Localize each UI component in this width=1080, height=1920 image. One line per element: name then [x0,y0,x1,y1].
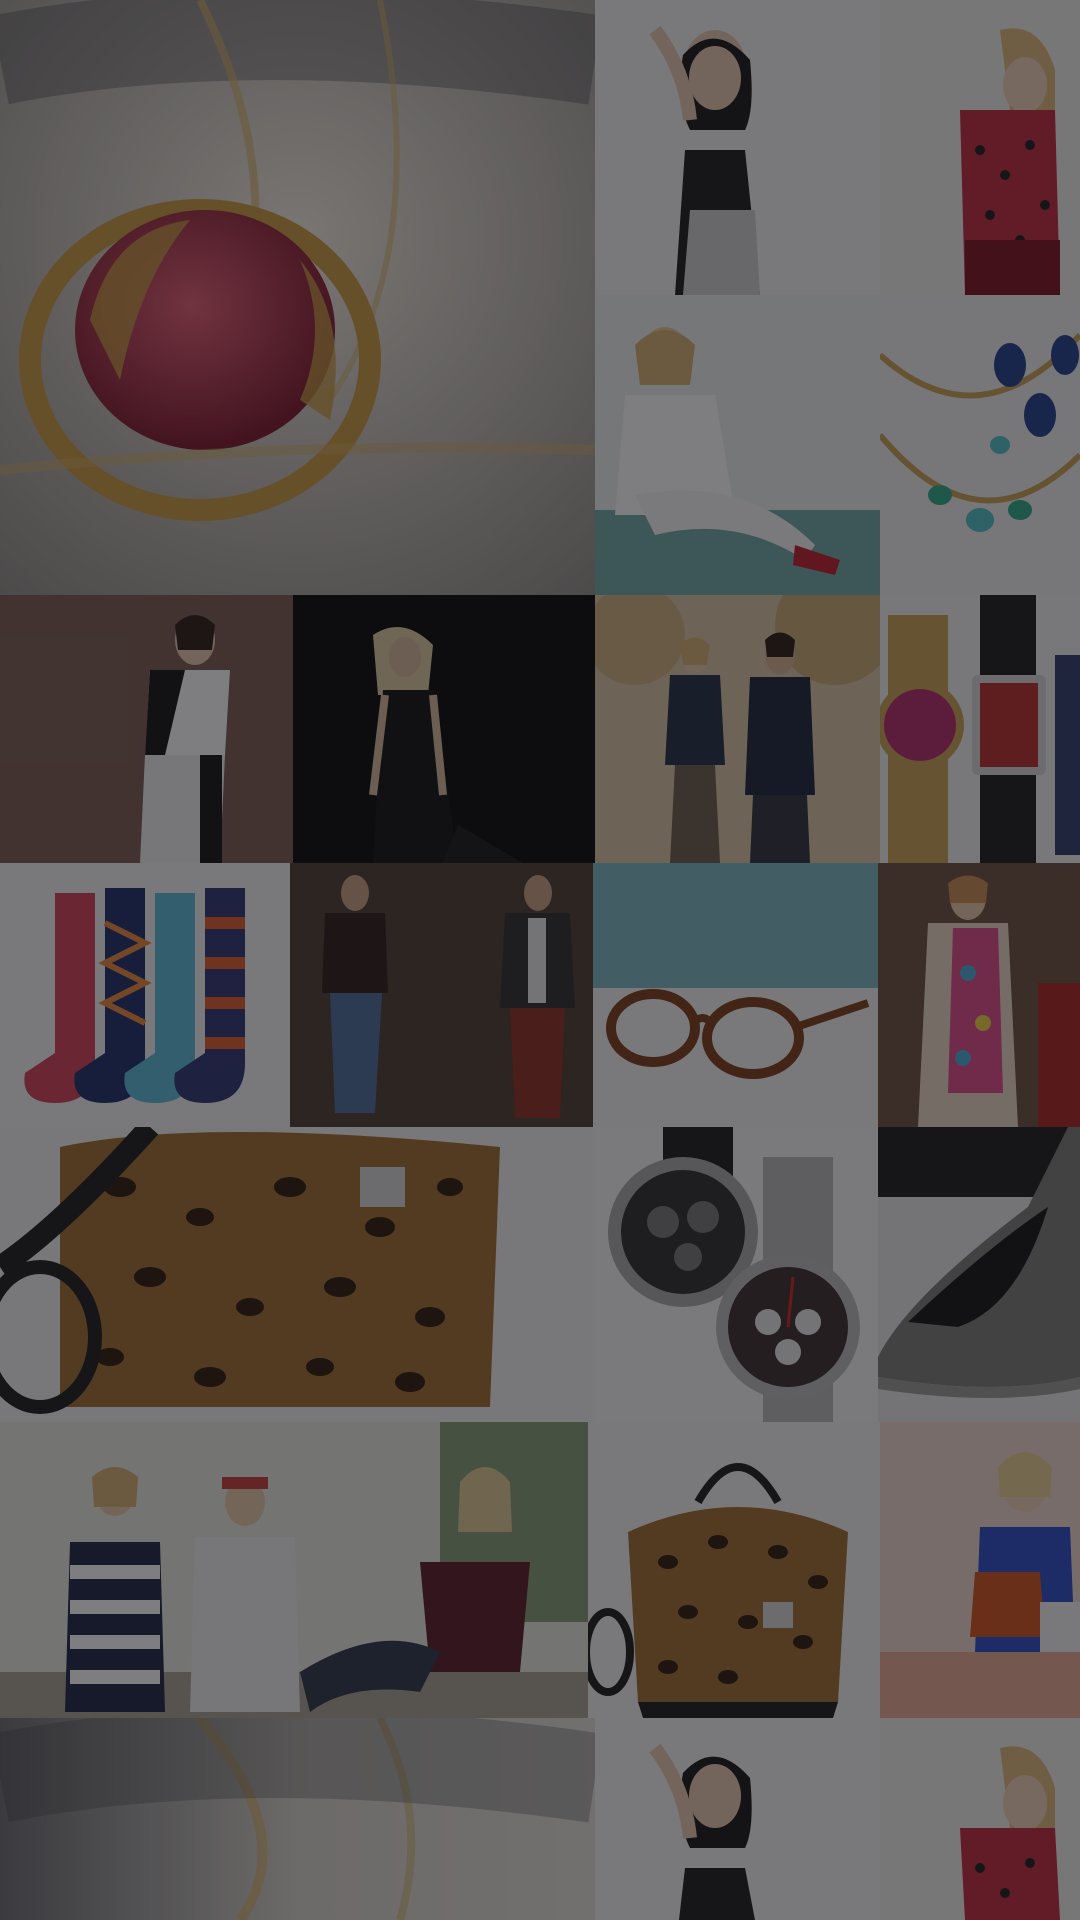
tile-leopard-handbag-closeup [0,1127,593,1422]
glasses-icon [593,863,878,1127]
handbag-icon [588,1422,880,1718]
handbag-icon [0,1127,593,1422]
tile-woman-black-white-top [0,595,293,863]
tile-women-knitwear-outdoor [0,1422,588,1718]
collage-screen [0,0,1080,1920]
person-icon [595,0,880,295]
person-icon [0,1422,588,1718]
watch-icon [593,1127,878,1422]
tile-woman-sequin-tank [595,0,880,295]
tile-woman-sequin-tank-repeat [595,1718,880,1920]
person-icon [880,1718,1080,1920]
tile-gemstone-necklaces [880,295,1080,595]
tile-vivienne-westwood-watches [880,595,1080,863]
tile-ruby-ring [0,0,595,595]
person-icon [595,1718,880,1920]
tile-woman-white-outfit-red-heels [595,295,880,595]
shoe-icon [878,1127,1080,1422]
tile-woman-black-dress [293,595,595,863]
tile-woman-red-polka-dress [880,0,1080,295]
necklace-icon [880,295,1080,595]
sock-icon [0,863,290,1127]
tile-chronograph-watches [593,1127,878,1422]
tile-woman-trench-floral-dress [878,863,1080,1127]
tile-couple-autumn-walk [595,595,880,863]
person-icon [880,1422,1080,1718]
person-icon [595,295,880,595]
ring-icon [0,1718,595,1920]
ring-icon [0,0,595,595]
tile-woman-red-polka-dress-repeat [880,1718,1080,1920]
person-icon [293,595,595,863]
tile-grey-suede-pump [878,1127,1080,1422]
tile-patterned-socks [0,863,290,1127]
person-icon [878,863,1080,1127]
tile-leopard-handbag-full [588,1422,880,1718]
person-icon [595,595,880,863]
tile-tortoiseshell-glasses [593,863,878,1127]
person-icon [0,595,293,863]
tile-woman-blue-top-orange-bag [880,1422,1080,1718]
tile-men-sweater-blazer [290,863,593,1127]
tile-ruby-ring-repeat [0,1718,595,1920]
person-icon [290,863,593,1127]
person-icon [880,0,1080,295]
watch-icon [880,595,1080,863]
